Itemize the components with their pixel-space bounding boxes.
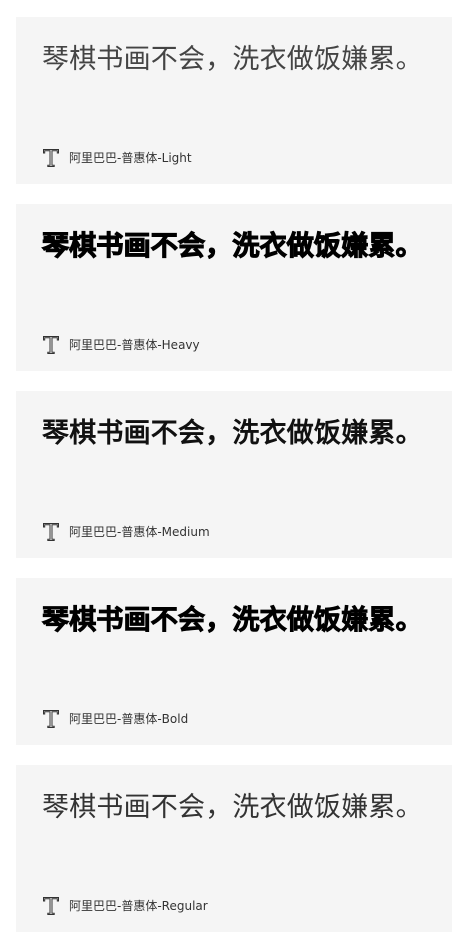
- font-icon: [42, 522, 60, 542]
- font-name-label: 阿里巴巴-普惠体-Regular: [69, 899, 208, 913]
- font-card-heavy[interactable]: 琴棋书画不会，洗衣做饭嫌累。 阿里巴巴-普惠体-Heavy: [16, 204, 452, 371]
- font-icon: [42, 148, 60, 168]
- font-card-regular[interactable]: 琴棋书画不会，洗衣做饭嫌累。 阿里巴巴-普惠体-Regular: [16, 765, 452, 932]
- font-meta: 阿里巴巴-普惠体-Regular: [42, 896, 208, 916]
- font-sample-text: 琴棋书画不会，洗衣做饭嫌累。: [42, 605, 424, 637]
- font-name-label: 阿里巴巴-普惠体-Medium: [69, 525, 210, 539]
- font-name-label: 阿里巴巴-普惠体-Bold: [69, 712, 189, 726]
- font-sample-text: 琴棋书画不会，洗衣做饭嫌累。: [42, 44, 423, 75]
- font-icon: [42, 709, 60, 729]
- font-icon: [42, 896, 60, 916]
- font-meta: 阿里巴巴-普惠体-Bold: [42, 709, 188, 729]
- font-meta: 阿里巴巴-普惠体-Heavy: [42, 335, 200, 355]
- font-meta: 阿里巴巴-普惠体-Medium: [42, 522, 210, 542]
- font-name-label: 阿里巴巴-普惠体-Light: [69, 151, 192, 165]
- font-meta: 阿里巴巴-普惠体-Light: [42, 148, 192, 168]
- font-card-light[interactable]: 琴棋书画不会，洗衣做饭嫌累。 阿里巴巴-普惠体-Light: [16, 17, 452, 184]
- font-icon: [42, 335, 60, 355]
- font-sample-text: 琴棋书画不会，洗衣做饭嫌累。: [42, 418, 423, 449]
- font-card-medium[interactable]: 琴棋书画不会，洗衣做饭嫌累。 阿里巴巴-普惠体-Medium: [16, 391, 452, 558]
- font-name-label: 阿里巴巴-普惠体-Heavy: [69, 338, 200, 352]
- font-card-bold[interactable]: 琴棋书画不会，洗衣做饭嫌累。 阿里巴巴-普惠体-Bold: [16, 578, 452, 745]
- font-sample-text: 琴棋书画不会，洗衣做饭嫌累。: [41, 230, 423, 262]
- font-sample-text: 琴棋书画不会，洗衣做饭嫌累。: [42, 792, 423, 823]
